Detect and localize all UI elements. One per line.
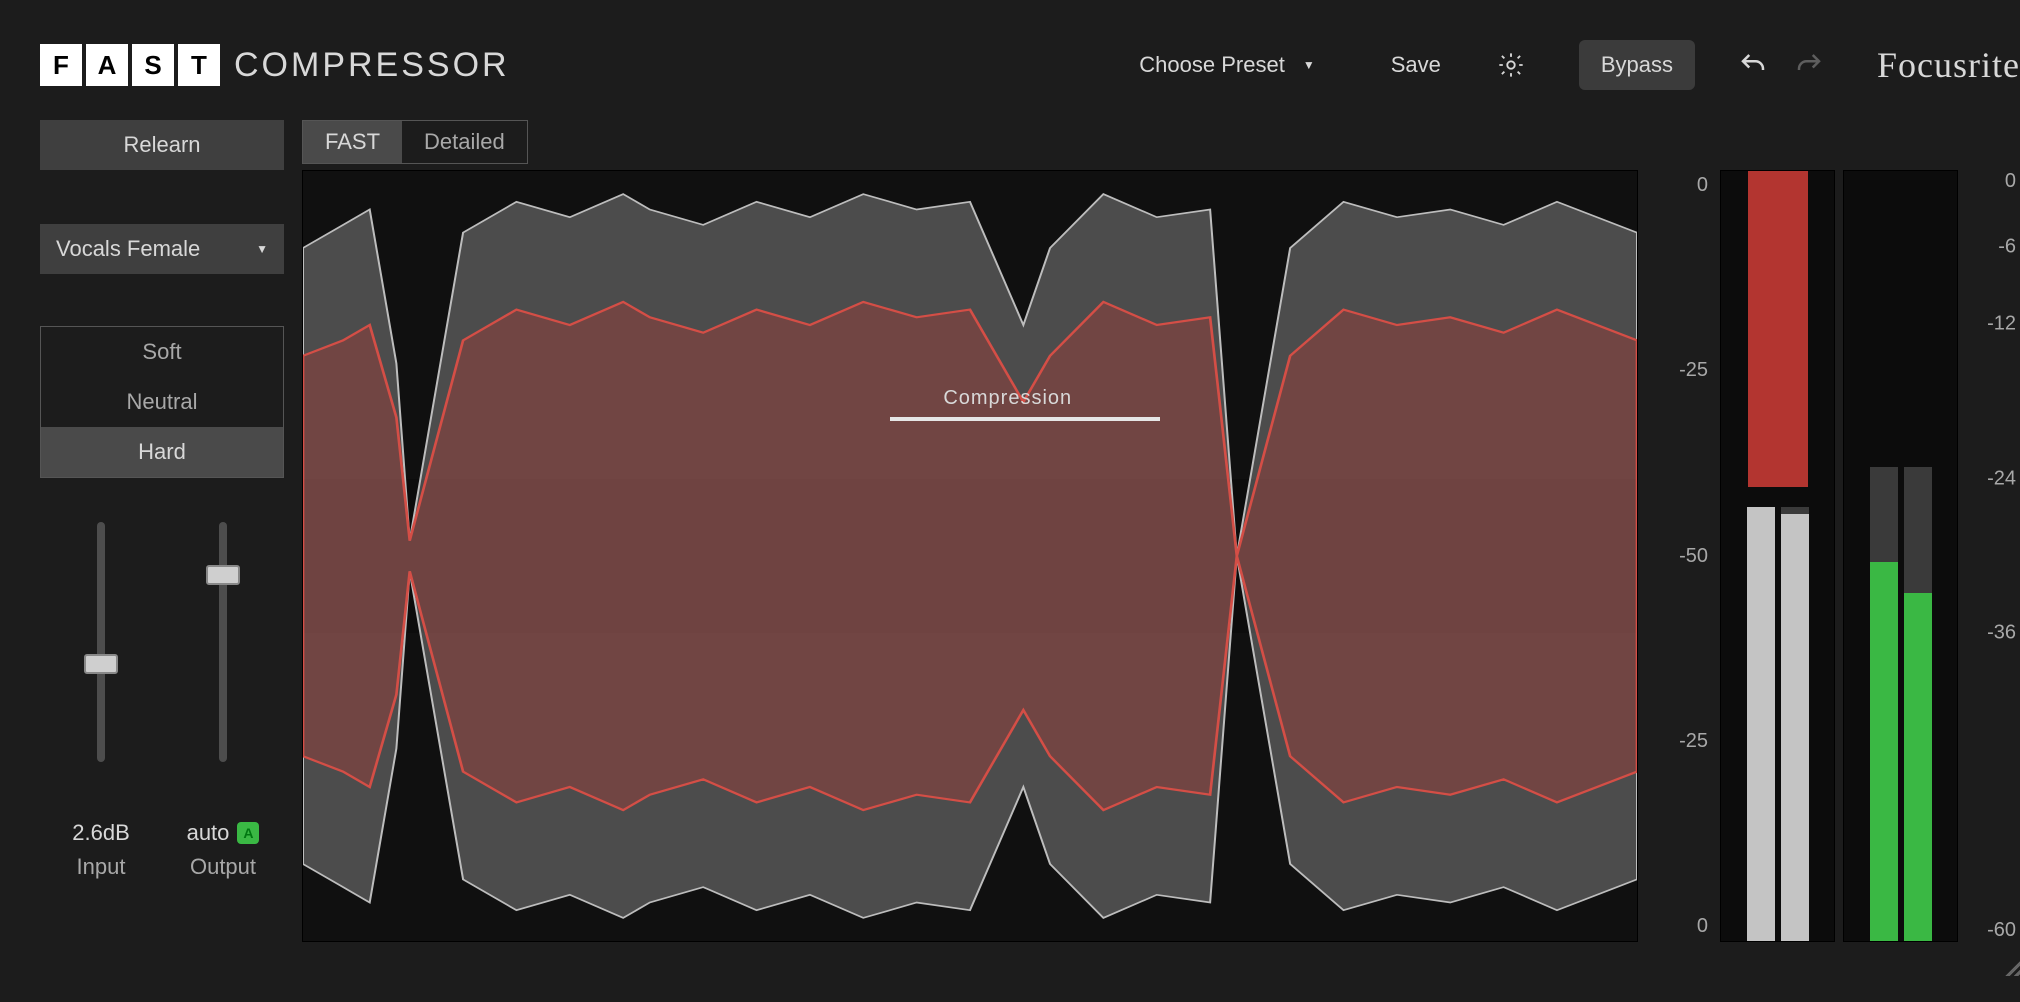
style-selector: Soft Neutral Hard	[40, 326, 284, 478]
profile-select[interactable]: Vocals Female ▼	[40, 224, 284, 274]
meter-tick: -6	[1998, 236, 2016, 259]
level-meter-output	[1870, 151, 1932, 941]
profile-selected-label: Vocals Female	[56, 236, 200, 262]
output-slider[interactable]	[183, 522, 263, 802]
output-slider-track[interactable]	[219, 522, 227, 762]
style-option-hard[interactable]: Hard	[41, 427, 283, 477]
logo-letter: A	[86, 44, 128, 86]
output-value: auto	[187, 820, 230, 846]
redo-icon	[1794, 50, 1824, 80]
style-option-neutral[interactable]: Neutral	[41, 377, 283, 427]
y-tick: -50	[1679, 545, 1708, 568]
main-body: Relearn Vocals Female ▼ Soft Neutral Har…	[20, 110, 2020, 962]
undo-icon	[1738, 50, 1768, 80]
undo-button[interactable]	[1725, 37, 1781, 93]
y-tick: -25	[1679, 359, 1708, 382]
level-meter-input	[1747, 151, 1809, 941]
tab-detailed[interactable]: Detailed	[402, 121, 527, 163]
input-caption: Input	[46, 854, 156, 880]
choose-preset-dropdown[interactable]: Choose Preset ▼	[1121, 42, 1332, 88]
brand-logo: Focusrite	[1877, 44, 2020, 86]
waveform-y-axis: 0 -25 -50 -25 0	[1644, 170, 1714, 942]
compression-slider[interactable]	[890, 417, 1160, 421]
compression-label: Compression	[943, 387, 1072, 410]
relearn-button[interactable]: Relearn	[40, 120, 284, 170]
plugin-window: F A S T COMPRESSOR Choose Preset ▼ Save …	[20, 20, 2020, 982]
meters: 0 -6 -12 -24 -36 -60	[1720, 170, 2020, 942]
logo-letter: T	[178, 44, 220, 86]
waveform-display[interactable]: Compression	[302, 170, 1638, 942]
choose-preset-label: Choose Preset	[1139, 52, 1285, 78]
chevron-down-icon: ▼	[256, 242, 268, 256]
meter-tick: -60	[1987, 919, 2016, 942]
input-slider[interactable]	[61, 522, 141, 802]
meter-tick: -12	[1987, 313, 2016, 336]
settings-button[interactable]	[1483, 37, 1539, 93]
chevron-down-icon: ▼	[1303, 58, 1315, 72]
output-level-meter	[1843, 170, 1958, 942]
bypass-button[interactable]: Bypass	[1579, 40, 1695, 90]
meter-tick: 0	[2005, 170, 2016, 193]
slider-readout: 2.6dB Input auto A Output	[40, 820, 284, 880]
tab-fast[interactable]: FAST	[303, 121, 402, 163]
auto-badge-icon: A	[237, 822, 259, 844]
save-button[interactable]: Save	[1373, 42, 1459, 88]
app-title: COMPRESSOR	[234, 46, 510, 85]
meter-scale: 0 -6 -12 -24 -36 -60	[1966, 170, 2020, 942]
output-caption: Output	[168, 854, 278, 880]
output-slider-thumb[interactable]	[206, 565, 240, 585]
gear-icon	[1497, 51, 1525, 79]
slider-group	[40, 522, 284, 802]
topbar: F A S T COMPRESSOR Choose Preset ▼ Save …	[20, 20, 2020, 110]
y-tick: -25	[1679, 730, 1708, 753]
logo-letter: S	[132, 44, 174, 86]
resize-grip-icon[interactable]	[1998, 940, 2020, 976]
gain-reduction-meter	[1720, 170, 1835, 942]
center-panel: FAST Detailed Compression 0 -25 -50 -25 …	[302, 120, 2020, 942]
input-slider-thumb[interactable]	[84, 654, 118, 674]
input-value: 2.6dB	[72, 820, 130, 846]
y-tick: 0	[1697, 174, 1708, 197]
redo-button[interactable]	[1781, 37, 1837, 93]
meter-tick: -36	[1987, 622, 2016, 645]
input-slider-track[interactable]	[97, 522, 105, 762]
logo-letter: F	[40, 44, 82, 86]
waveform-svg	[303, 171, 1637, 941]
sidebar: Relearn Vocals Female ▼ Soft Neutral Har…	[40, 120, 284, 942]
logo-fast: F A S T	[40, 44, 220, 86]
view-tabs: FAST Detailed	[302, 120, 528, 164]
style-option-soft[interactable]: Soft	[41, 327, 283, 377]
y-tick: 0	[1697, 915, 1708, 938]
meter-tick: -24	[1987, 467, 2016, 490]
